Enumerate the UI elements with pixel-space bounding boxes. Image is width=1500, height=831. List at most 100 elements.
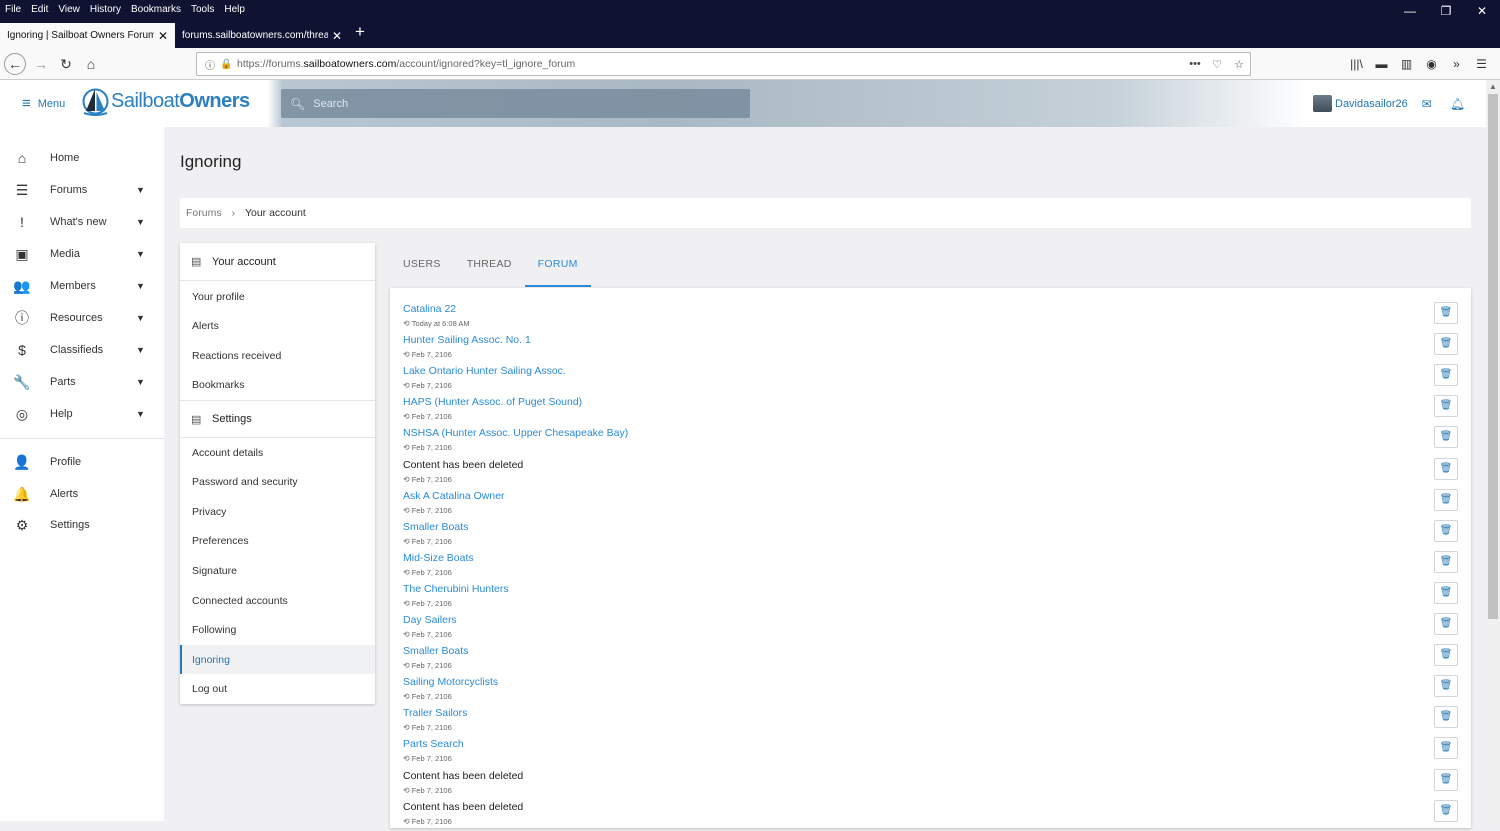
- account-item-log-out[interactable]: Log out: [180, 674, 375, 703]
- tab-thread[interactable]: THREAD: [454, 250, 525, 287]
- account-item-following[interactable]: Following: [180, 615, 375, 644]
- trash-icon[interactable]: 🗑︎: [1434, 644, 1458, 667]
- forward-icon[interactable]: →: [30, 53, 52, 75]
- trash-icon[interactable]: 🗑︎: [1434, 581, 1458, 604]
- forum-link[interactable]: Trailer Sailors: [403, 707, 467, 719]
- chevron-down-icon[interactable]: ▼: [136, 217, 150, 227]
- breadcrumb-forums[interactable]: Forums: [186, 207, 222, 219]
- sidebar-item-profile[interactable]: 👤 Profile: [0, 446, 164, 478]
- forum-link[interactable]: Mid-Size Boats: [403, 552, 474, 564]
- menu-bookmarks[interactable]: Bookmarks: [126, 4, 186, 15]
- browser-tab-active[interactable]: Ignoring | Sailboat Owners Forums ✕: [0, 23, 175, 48]
- your-account-header[interactable]: ▤ Your account: [180, 243, 375, 281]
- forum-link[interactable]: The Cherubini Hunters: [403, 583, 509, 595]
- trash-icon[interactable]: 🗑︎: [1434, 302, 1458, 324]
- site-search[interactable]: 🔍︎: [281, 89, 750, 118]
- trash-icon[interactable]: 🗑︎: [1434, 706, 1458, 729]
- account-item-alerts[interactable]: Alerts: [180, 311, 375, 340]
- trash-icon[interactable]: 🗑︎: [1434, 426, 1458, 449]
- menu-button[interactable]: ≡ Menu: [22, 95, 65, 112]
- account-item-reactions-received[interactable]: Reactions received: [180, 341, 375, 370]
- account-item-connected-accounts[interactable]: Connected accounts: [180, 586, 375, 615]
- trash-icon[interactable]: 🗑︎: [1434, 457, 1458, 480]
- forum-link[interactable]: Sailing Motorcyclists: [403, 676, 498, 688]
- scroll-up-icon[interactable]: ▲: [1486, 82, 1500, 91]
- tab-forum[interactable]: FORUM: [524, 250, 591, 287]
- sidebar-item-forums[interactable]: ☰ Forums ▼: [0, 174, 164, 206]
- account-item-privacy[interactable]: Privacy: [180, 497, 375, 526]
- forum-link[interactable]: Parts Search: [403, 738, 464, 750]
- sidebar-item-alerts[interactable]: 🔔 Alerts: [0, 478, 164, 510]
- alerts-bell-icon[interactable]: 🔔︎: [1450, 97, 1465, 111]
- library-icon[interactable]: |||\: [1344, 53, 1369, 75]
- reload-icon[interactable]: ↻: [55, 53, 77, 75]
- site-logo[interactable]: SailboatOwners: [82, 85, 250, 118]
- forum-link[interactable]: Smaller Boats: [403, 645, 468, 657]
- account-item-account-details[interactable]: Account details: [180, 438, 375, 467]
- menu-edit[interactable]: Edit: [26, 4, 53, 15]
- forum-link[interactable]: HAPS (Hunter Assoc. of Puget Sound): [403, 396, 582, 408]
- back-icon[interactable]: ←: [4, 53, 26, 75]
- trash-icon[interactable]: 🗑︎: [1434, 395, 1458, 418]
- trash-icon[interactable]: 🗑︎: [1434, 799, 1458, 822]
- trash-icon[interactable]: 🗑︎: [1434, 333, 1458, 356]
- menu-tools[interactable]: Tools: [186, 4, 219, 15]
- chevron-down-icon[interactable]: ▼: [136, 313, 150, 323]
- sidebar-item-help[interactable]: ◎ Help ▼: [0, 398, 164, 430]
- sidebar-item-parts[interactable]: 🔧 Parts ▼: [0, 366, 164, 398]
- account-item-bookmarks[interactable]: Bookmarks: [180, 370, 375, 399]
- sidebar-item-resources[interactable]: ⓘ Resources ▼: [0, 302, 164, 334]
- scrollbar-thumb[interactable]: [1488, 94, 1498, 619]
- forum-link[interactable]: Day Sailers: [403, 614, 457, 626]
- breadcrumb-your-account[interactable]: Your account: [245, 207, 306, 219]
- sidebar-item-media[interactable]: ▣ Media ▼: [0, 238, 164, 270]
- home-icon[interactable]: ⌂: [80, 53, 102, 75]
- page-scrollbar[interactable]: ▲: [1486, 80, 1500, 821]
- trash-icon[interactable]: 🗑︎: [1434, 488, 1458, 511]
- search-input[interactable]: [313, 97, 714, 110]
- menu-history[interactable]: History: [85, 4, 126, 15]
- account-item-your-profile[interactable]: Your profile: [180, 282, 375, 311]
- chevron-down-icon[interactable]: ▼: [136, 345, 150, 355]
- pocket-icon[interactable]: ♡: [1206, 58, 1228, 71]
- sidebar-item-home[interactable]: ⌂ Home: [0, 142, 164, 174]
- account-item-signature[interactable]: Signature: [180, 556, 375, 585]
- account-item-password-and-security[interactable]: Password and security: [180, 467, 375, 496]
- overflow-icon[interactable]: »: [1444, 53, 1469, 75]
- account-item-preferences[interactable]: Preferences: [180, 526, 375, 555]
- sidebar-item-classifieds[interactable]: $ Classifieds ▼: [0, 334, 164, 366]
- forum-link[interactable]: Catalina 22: [403, 303, 456, 315]
- account-icon[interactable]: ◉: [1419, 53, 1444, 75]
- forum-link[interactable]: NSHSA (Hunter Assoc. Upper Chesapeake Ba…: [403, 427, 628, 439]
- avatar[interactable]: [1313, 95, 1332, 112]
- forum-link[interactable]: Smaller Boats: [403, 521, 468, 533]
- menu-help[interactable]: Help: [219, 4, 250, 15]
- chevron-down-icon[interactable]: ▼: [136, 185, 150, 195]
- trash-icon[interactable]: 🗑︎: [1434, 519, 1458, 542]
- settings-header[interactable]: ▤ Settings: [180, 400, 375, 438]
- close-icon[interactable]: ✕: [332, 29, 342, 43]
- username-link[interactable]: Davidasailor26: [1335, 98, 1408, 110]
- chevron-down-icon[interactable]: ▼: [136, 281, 150, 291]
- forum-link[interactable]: Lake Ontario Hunter Sailing Assoc.: [403, 365, 566, 377]
- bookmark-star-icon[interactable]: ☆: [1228, 58, 1250, 71]
- hamburger-menu-icon[interactable]: ☰: [1469, 53, 1494, 75]
- chevron-down-icon[interactable]: ▼: [136, 409, 150, 419]
- sidebar-item-members[interactable]: 👥 Members ▼: [0, 270, 164, 302]
- close-icon[interactable]: ✕: [158, 29, 168, 43]
- forum-link[interactable]: Ask A Catalina Owner: [403, 490, 505, 502]
- sidebar-icon[interactable]: ▥: [1394, 53, 1419, 75]
- inbox-icon[interactable]: ✉: [1422, 97, 1432, 111]
- info-icon[interactable]: ⓘ: [203, 57, 217, 72]
- trash-icon[interactable]: 🗑︎: [1434, 550, 1458, 573]
- menu-view[interactable]: View: [53, 4, 85, 15]
- account-item-ignoring[interactable]: Ignoring: [180, 645, 375, 674]
- chevron-down-icon[interactable]: ▼: [136, 377, 150, 387]
- trash-icon[interactable]: 🗑︎: [1434, 364, 1458, 387]
- trash-icon[interactable]: 🗑︎: [1434, 768, 1458, 791]
- new-tab-button[interactable]: +: [355, 22, 365, 42]
- tab-users[interactable]: USERS: [390, 250, 454, 287]
- sidebar-item-what-s-new[interactable]: ! What's new ▼: [0, 206, 164, 238]
- trash-icon[interactable]: 🗑︎: [1434, 613, 1458, 635]
- chevron-down-icon[interactable]: ▼: [136, 249, 150, 259]
